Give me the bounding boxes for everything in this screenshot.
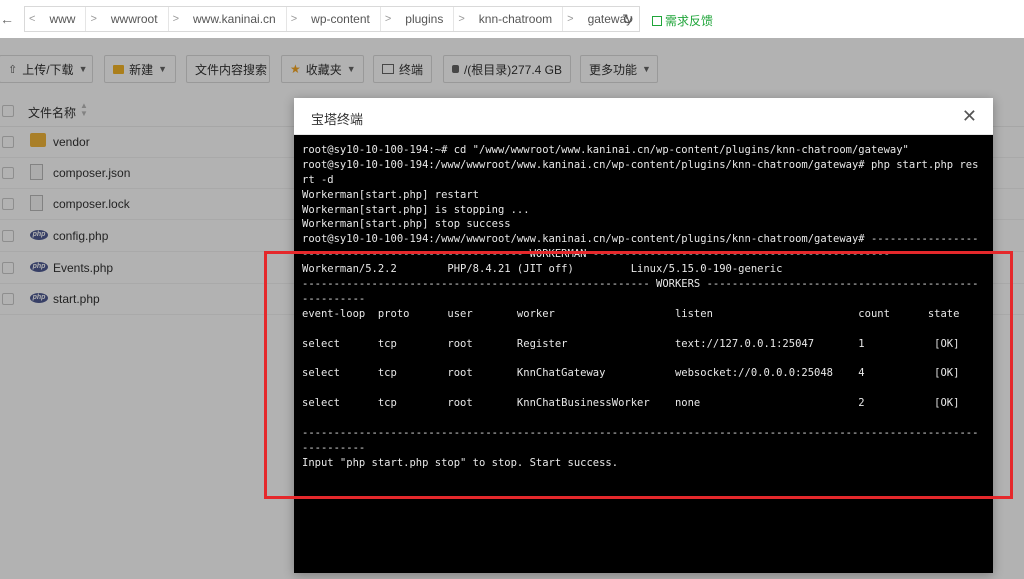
terminal-line: ---------- [302, 292, 366, 305]
chevron-right-icon: > [285, 7, 301, 31]
breadcrumb-item-plugins[interactable]: plugins [395, 7, 453, 31]
terminal-line: Input "php start.php stop" to stop. Star… [302, 456, 619, 469]
terminal-line: select tcp root KnnChatBusinessWorker no… [302, 397, 960, 410]
terminal-line: ----------------------------------------… [302, 426, 978, 439]
feedback-link[interactable]: 需求反馈 [652, 12, 713, 29]
terminal-line: root@sy10-10-100-194:~# cd "/www/wwwroot… [302, 144, 909, 156]
feedback-label: 需求反馈 [665, 14, 714, 28]
chevron-right-icon: > [379, 7, 395, 31]
breadcrumb-item-domain[interactable]: www.kaninai.cn [183, 7, 286, 31]
terminal-line: select tcp root Register text://127.0.0.… [302, 337, 960, 350]
terminal-line: Workerman[start.php] is stopping ... [302, 203, 530, 216]
breadcrumb-item-wp-content[interactable]: wp-content [301, 7, 380, 31]
terminal-dialog: 宝塔终端 ✕ root@sy10-10-100-194:~# cd "/www/… [294, 98, 993, 573]
terminal-line: rt -d [302, 173, 334, 186]
dialog-header: 宝塔终端 ✕ [294, 98, 993, 135]
dialog-title: 宝塔终端 [311, 112, 364, 127]
terminal-line: event-loop proto user worker listen coun… [302, 307, 960, 320]
breadcrumb-item-wwwroot[interactable]: wwwroot [101, 7, 168, 31]
breadcrumb-separator: < [29, 13, 36, 25]
terminal-line: Workerman/5.2.2 PHP/8.4.21 (JIT off) Lin… [302, 263, 783, 276]
refresh-icon[interactable]: ↻ [620, 11, 636, 27]
terminal-line: Workerman[start.php] restart [302, 188, 480, 201]
chevron-right-icon: > [562, 7, 577, 31]
chevron-right-icon: > [453, 7, 468, 31]
close-icon[interactable]: ✕ [962, 106, 977, 126]
chevron-right-icon: > [85, 7, 100, 31]
breadcrumb-item-www[interactable]: www [39, 7, 85, 31]
terminal-line: select tcp root KnnChatGateway websocket… [302, 367, 960, 380]
terminal-line: Workerman[start.php] stop success [302, 218, 511, 231]
terminal-output[interactable]: root@sy10-10-100-194:~# cd "/www/wwwroot… [302, 143, 978, 568]
terminal-line: root@sy10-10-100-194:/www/wwwroot/www.ka… [302, 233, 978, 246]
breadcrumb-item-knn-chatroom[interactable]: knn-chatroom [469, 7, 562, 31]
breadcrumb: < www > wwwroot > www.kaninai.cn > wp-co… [24, 6, 640, 32]
path-bar: ← < www > wwwroot > www.kaninai.cn > wp-… [0, 0, 1024, 38]
feedback-icon [652, 15, 662, 26]
terminal-line: ----------------------------------------… [302, 278, 978, 291]
terminal-line: ----------------------------------- WORK… [302, 248, 890, 261]
chevron-right-icon: > [167, 7, 183, 31]
back-arrow-icon[interactable]: ← [0, 6, 14, 32]
terminal-line: ---------- [302, 441, 366, 454]
terminal-line: root@sy10-10-100-194:/www/wwwroot/www.ka… [302, 158, 978, 171]
